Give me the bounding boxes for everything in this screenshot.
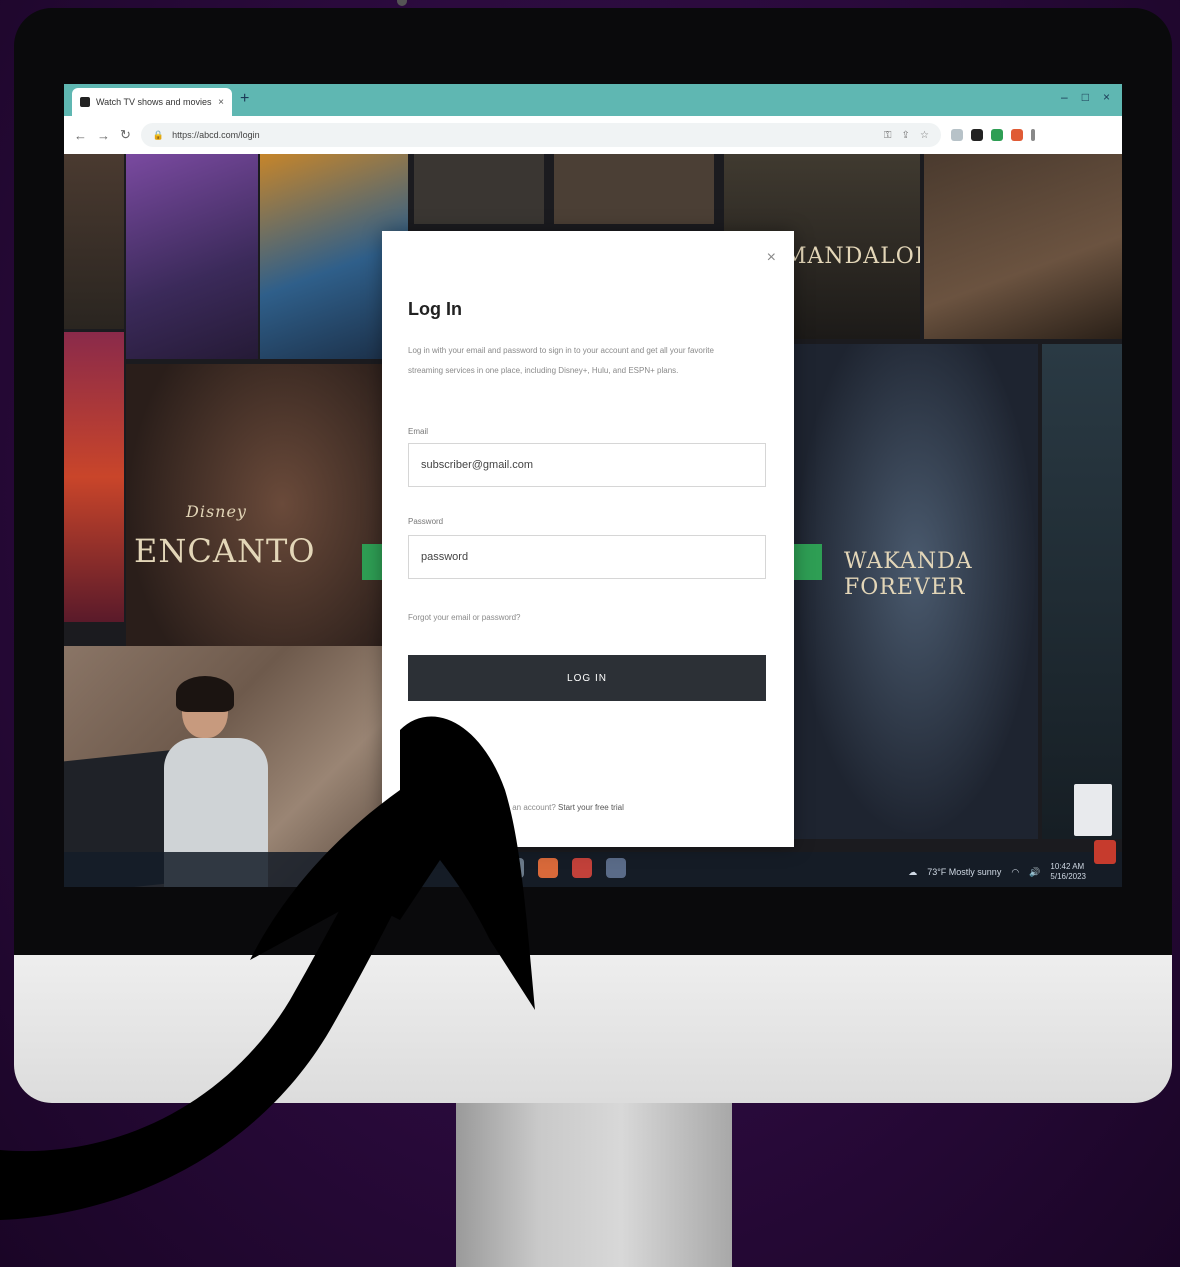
browser-tab-strip: Watch TV shows and movies × + – □ × (64, 84, 1122, 116)
poster[interactable] (64, 332, 124, 622)
browser-tab[interactable]: Watch TV shows and movies × (72, 88, 232, 116)
email-field[interactable]: subscriber@gmail.com (408, 443, 766, 487)
back-arrow-icon[interactable]: ← (74, 128, 87, 143)
address-bar[interactable]: 🔒 https://abcd.com/login ⚿ ⇪ ☆ (140, 123, 941, 147)
poster-title: ENCANTO (134, 532, 316, 570)
tab-title: Watch TV shows and movies (96, 97, 212, 107)
monitor-stand (456, 1103, 732, 1267)
signup-link[interactable]: Start your free trial (558, 803, 624, 812)
profile-avatar[interactable] (1010, 129, 1023, 141)
volume-icon[interactable]: 🔊 (1029, 867, 1040, 878)
monitor-camera (397, 0, 407, 6)
webcam-person-hair (176, 676, 234, 712)
tab-close-icon[interactable]: × (218, 97, 224, 108)
poster[interactable] (414, 154, 544, 224)
taskbar-date: 5/16/2023 (1050, 872, 1086, 881)
window-controls: – □ × (1061, 90, 1110, 104)
modal-title: Log In (408, 299, 462, 319)
poster[interactable]: WAKANDA FOREVER (794, 344, 1038, 839)
extension-icon[interactable] (970, 129, 983, 141)
monitor-screen: Watch TV shows and movies × + – □ × ← → … (64, 84, 1122, 887)
weather-icon: ☁ (908, 866, 918, 877)
poster-title: MANDALORIAN (784, 244, 920, 269)
address-bar-url: https://abcd.com/login (172, 130, 260, 140)
email-label: Email (408, 427, 429, 436)
extensions-area (950, 129, 1035, 141)
monitor-chin (14, 955, 1172, 1103)
extension-icon[interactable] (950, 129, 963, 141)
taskbar-app-icon[interactable] (606, 858, 626, 878)
lock-icon: 🔒 (152, 129, 165, 140)
key-icon[interactable]: ⚿ (884, 130, 892, 141)
window-close-button[interactable]: × (1103, 90, 1110, 104)
address-bar-actions: ⚿ ⇪ ☆ (884, 130, 929, 141)
login-button[interactable]: LOG IN (408, 655, 766, 701)
taskbar-time: 10:42 AM (1050, 862, 1085, 871)
password-field[interactable]: password (408, 535, 766, 579)
signup-prompt: Don't have an account? Start your free t… (472, 803, 624, 812)
taskbar-app-icon[interactable] (572, 858, 592, 878)
close-icon[interactable]: × (767, 249, 776, 267)
forgot-password-link[interactable]: Forgot your email or password? (408, 613, 521, 622)
maximize-button[interactable]: □ (1082, 90, 1089, 104)
poster[interactable] (924, 154, 1122, 339)
system-tray: ☁ 73°F Mostly sunny ◠ 🔊 10:42 AM 5/16/20… (908, 862, 1086, 882)
reload-icon[interactable]: ↻ (120, 127, 131, 143)
wifi-icon[interactable]: ◠ (1011, 867, 1019, 878)
poster-title: WAKANDA FOREVER (844, 549, 973, 600)
os-taskbar: ☁ 73°F Mostly sunny ◠ 🔊 10:42 AM 5/16/20… (64, 852, 1122, 887)
password-field-value: password (421, 551, 469, 563)
browser-toolbar: ← → ↻ 🔒 https://abcd.com/login ⚿ ⇪ ☆ (64, 116, 1122, 154)
poster[interactable] (554, 154, 714, 224)
play-button[interactable] (794, 544, 822, 580)
extension-icon[interactable] (990, 129, 1003, 141)
password-label: Password (408, 517, 444, 526)
star-icon[interactable]: ☆ (920, 130, 929, 141)
signup-text: Don't have an account? (472, 803, 556, 812)
taskbar-clock[interactable]: 10:42 AM 5/16/2023 (1050, 862, 1086, 882)
notification-badge[interactable] (1094, 840, 1116, 864)
taskbar-weather[interactable]: 73°F Mostly sunny (927, 867, 1001, 877)
taskbar-apps (504, 858, 626, 878)
email-field-value: subscriber@gmail.com (421, 459, 534, 471)
play-button[interactable] (362, 544, 384, 580)
new-tab-button[interactable]: + (240, 90, 249, 108)
webcam-overlay (64, 646, 386, 887)
poster[interactable] (64, 154, 124, 329)
poster-brand: Disney (186, 502, 247, 521)
minimize-button[interactable]: – (1061, 90, 1068, 104)
kebab-menu-icon[interactable] (1030, 129, 1035, 141)
poster[interactable] (126, 154, 258, 359)
recaptcha-badge[interactable] (1074, 784, 1112, 836)
forward-arrow-icon[interactable]: → (97, 128, 110, 143)
taskbar-app-icon[interactable] (538, 858, 558, 878)
login-modal: × Log In Log in with your email and pass… (382, 231, 794, 847)
poster[interactable] (1042, 344, 1122, 839)
taskbar-app-icon[interactable] (504, 858, 524, 878)
site-favicon-icon (80, 97, 90, 107)
share-icon[interactable]: ⇪ (902, 130, 910, 141)
modal-description: Log in with your email and password to s… (408, 346, 714, 375)
